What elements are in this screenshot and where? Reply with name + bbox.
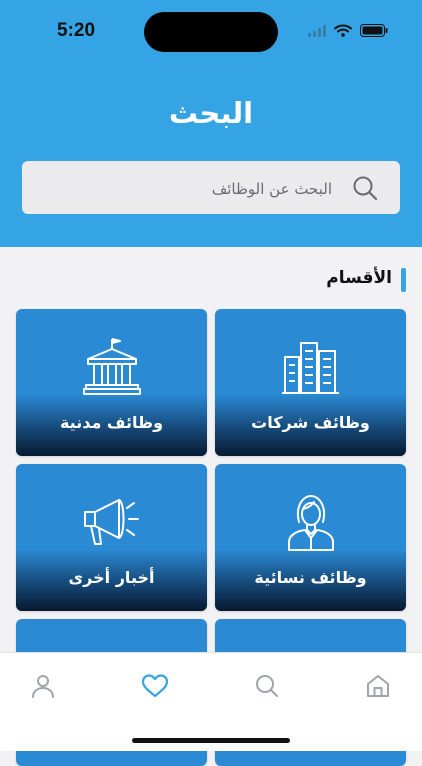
tab-home[interactable] bbox=[363, 673, 393, 703]
user-icon bbox=[30, 673, 56, 703]
bottom-tab-bar bbox=[0, 652, 422, 751]
search-box[interactable] bbox=[22, 161, 400, 214]
woman-icon bbox=[281, 492, 341, 556]
cellular-signal-icon bbox=[308, 22, 326, 41]
home-icon bbox=[365, 673, 391, 703]
status-bar: 5:20 bbox=[0, 0, 422, 60]
section-accent-bar bbox=[401, 268, 406, 292]
buildings-icon bbox=[281, 337, 341, 401]
megaphone-icon bbox=[81, 492, 143, 556]
government-building-icon bbox=[82, 337, 142, 401]
category-tile-other-news[interactable]: أخبار أخرى bbox=[16, 464, 207, 611]
category-label: وظائف شركات bbox=[251, 413, 370, 432]
status-time: 5:20 bbox=[57, 20, 96, 41]
tab-favorites[interactable] bbox=[140, 673, 170, 703]
search-input[interactable] bbox=[70, 175, 334, 203]
category-label: وظائف نسائية bbox=[254, 568, 367, 587]
category-label: أخبار أخرى bbox=[68, 568, 155, 587]
heart-icon bbox=[141, 673, 169, 703]
tab-search[interactable] bbox=[252, 673, 282, 703]
tab-profile[interactable] bbox=[28, 673, 58, 703]
dynamic-island bbox=[144, 12, 278, 52]
search-icon bbox=[254, 673, 280, 703]
section-title: الأقسام bbox=[326, 268, 392, 288]
category-tile-women-jobs[interactable]: وظائف نسائية bbox=[215, 464, 406, 611]
home-indicator bbox=[132, 738, 290, 743]
battery-icon bbox=[360, 22, 388, 41]
search-icon bbox=[352, 175, 378, 205]
page-title: البحث bbox=[168, 96, 254, 130]
category-tile-civil-jobs[interactable]: وظائف مدنية bbox=[16, 309, 207, 456]
wifi-icon bbox=[334, 22, 352, 41]
category-label: وظائف مدنية bbox=[59, 413, 164, 432]
category-tile-company-jobs[interactable]: وظائف شركات bbox=[215, 309, 406, 456]
